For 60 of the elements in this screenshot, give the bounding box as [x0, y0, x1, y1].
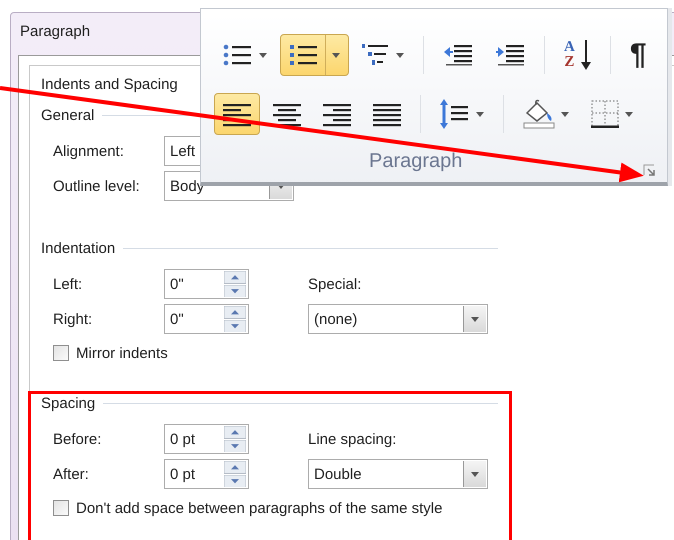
- justify-icon: [373, 101, 401, 127]
- spin-field[interactable]: 0 pt: [164, 459, 249, 489]
- checkbox[interactable]: Mirror indents: [53, 344, 168, 362]
- field-label: Before:: [53, 430, 102, 448]
- align-left-button[interactable]: [214, 93, 260, 135]
- field-label: Right:: [53, 310, 94, 328]
- group-label: Paragraph: [369, 150, 462, 173]
- caret-icon: [561, 112, 569, 116]
- tab-title: Indents and Spacing: [41, 75, 179, 95]
- checkbox-box[interactable]: [53, 345, 69, 361]
- spin-field[interactable]: 0": [164, 269, 249, 299]
- borders-icon: [591, 100, 619, 128]
- field-label: Line spacing:: [308, 430, 398, 448]
- spin-up-icon[interactable]: [224, 271, 246, 284]
- caret-icon: [471, 472, 479, 476]
- section-heading: General: [41, 106, 94, 124]
- sort-button[interactable]: A Z: [555, 34, 600, 76]
- bullet-list-icon: [223, 43, 253, 67]
- field-label: Outline level:: [53, 178, 141, 194]
- decrease-indent-icon: [443, 42, 473, 68]
- spin-up-icon[interactable]: [224, 306, 246, 318]
- paint-bucket-icon: [523, 99, 555, 129]
- caret-icon: [625, 112, 633, 116]
- spin-down-icon[interactable]: [224, 474, 246, 487]
- increase-indent-icon: [495, 42, 525, 68]
- field-label: Alignment:: [53, 142, 125, 160]
- spin-field[interactable]: 0 pt: [164, 424, 249, 454]
- section-heading: Spacing: [41, 394, 96, 412]
- spin-down-icon[interactable]: [224, 440, 246, 452]
- caret-icon: [259, 52, 267, 58]
- dialog-launcher-icon[interactable]: [643, 164, 655, 176]
- align-center-icon: [273, 101, 301, 127]
- caret-icon: [476, 112, 484, 116]
- line-spacing-icon: [440, 99, 470, 129]
- spin-up-icon[interactable]: [224, 426, 246, 438]
- field-label: Special:: [308, 276, 362, 292]
- align-right-icon: [323, 101, 351, 127]
- caret-icon: [332, 52, 340, 58]
- multilevel-list-icon: [362, 43, 390, 67]
- caret-icon: [396, 52, 404, 58]
- dropdown[interactable]: Double: [308, 459, 488, 489]
- field-label: Left:: [53, 276, 84, 292]
- numbering-button[interactable]: [280, 34, 349, 76]
- numbered-list-icon: [289, 43, 319, 67]
- caret-icon: [471, 316, 479, 322]
- spin-down-icon[interactable]: [224, 284, 246, 297]
- dropdown[interactable]: (none): [308, 304, 488, 334]
- field-label: After:: [53, 466, 90, 482]
- spin-down-icon[interactable]: [224, 320, 246, 332]
- show-marks-button[interactable]: ¶: [620, 34, 656, 76]
- checkbox-box[interactable]: [53, 500, 69, 516]
- down-arrow-icon: [580, 40, 591, 70]
- pilcrow-icon: ¶: [630, 40, 647, 70]
- dialog-title: Paragraph: [19, 22, 90, 42]
- align-left-icon: [223, 101, 251, 127]
- spin-field[interactable]: 0": [164, 304, 249, 334]
- section-heading: Indentation: [41, 240, 116, 256]
- spin-up-icon[interactable]: [224, 461, 246, 474]
- checkbox-label: Mirror indents: [76, 344, 168, 362]
- sort-icon: A Z: [564, 40, 575, 70]
